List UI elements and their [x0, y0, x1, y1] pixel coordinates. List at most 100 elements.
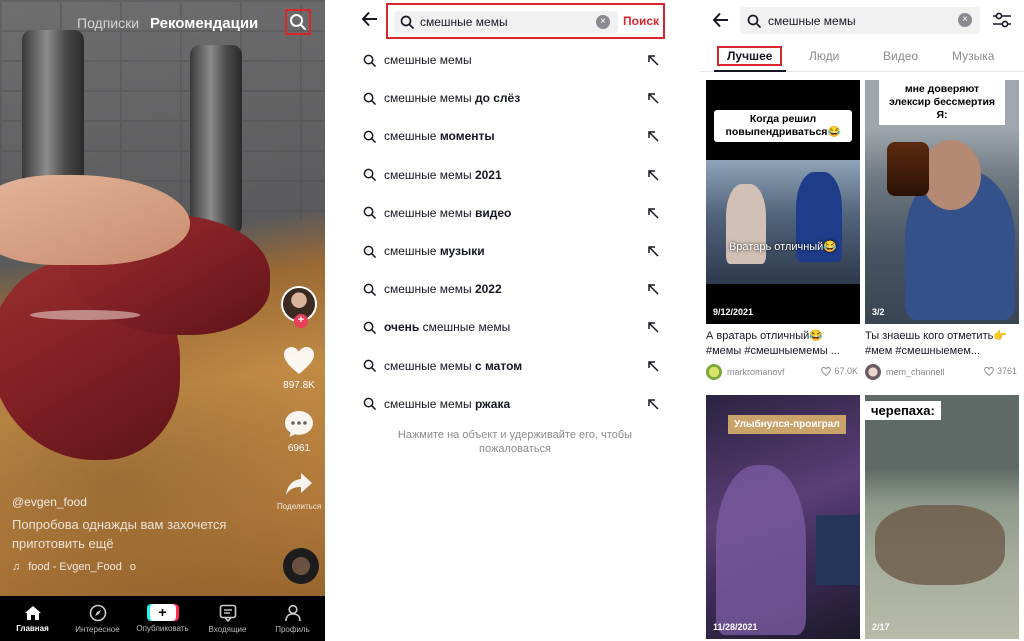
thumbnail-machine — [816, 515, 860, 585]
like-count: 897.8K — [283, 380, 315, 391]
arrow-up-left-icon[interactable] — [647, 360, 659, 372]
comment-icon — [285, 411, 313, 437]
search-field[interactable]: × — [394, 11, 618, 33]
arrow-up-left-icon[interactable] — [647, 92, 659, 104]
result-card[interactable]: Когда решил повыпендриваться😂 Вратарь от… — [706, 80, 860, 381]
arrow-up-left-icon[interactable] — [647, 245, 659, 257]
suggestion-text: смешные моменты — [384, 129, 495, 143]
tab-sounds[interactable]: Музыка — [952, 49, 994, 63]
suggestion-bold: с матом — [474, 358, 523, 373]
search-icon — [363, 245, 376, 258]
filter-button[interactable] — [992, 11, 1012, 34]
video-username[interactable]: @evgen_food — [12, 495, 87, 509]
thumbnail-face — [921, 140, 981, 210]
result-card[interactable]: черепаха: 2/17 — [865, 395, 1019, 639]
suggestion-item[interactable]: смешные мемы — [345, 41, 675, 79]
thumbnail-person — [716, 465, 806, 635]
clear-search-icon[interactable]: × — [958, 13, 972, 27]
nav-home[interactable]: Главная — [0, 596, 65, 641]
comment-button[interactable]: 6961 — [281, 410, 317, 454]
video-thumbnail[interactable]: черепаха: 2/17 — [865, 395, 1019, 639]
video-thumbnail[interactable]: Улыбнулся-проиграл 11/28/2021 — [706, 395, 860, 639]
result-card[interactable]: мне доверяют элексир бессмертия Я: 3/2 Т… — [865, 80, 1019, 381]
clear-search-icon[interactable]: × — [596, 15, 610, 29]
pepper-grinder-right — [190, 45, 242, 235]
suggestion-item[interactable]: смешные мемы ржака — [345, 385, 675, 423]
arrow-up-left-icon[interactable] — [647, 169, 659, 181]
video-thumbnail[interactable]: мне доверяют элексир бессмертия Я: 3/2 — [865, 80, 1019, 324]
search-icon — [400, 15, 414, 29]
arrow-up-left-icon[interactable] — [647, 207, 659, 219]
pepper-grinder-left — [22, 30, 84, 198]
author-name[interactable]: mem_channell — [886, 367, 945, 377]
search-button[interactable] — [285, 9, 311, 35]
back-button[interactable] — [712, 11, 730, 34]
suggestion-item[interactable]: смешные мемы 2021 — [345, 156, 675, 194]
suggestion-text: смешные мемы 2022 — [384, 282, 502, 296]
video-caption: Улыбнулся-проиграл — [728, 415, 846, 434]
like-count-group: 3761 — [984, 366, 1017, 376]
video-meta: markromanovf 67.0K — [706, 363, 860, 381]
search-bar: × Поиск — [386, 3, 665, 39]
suggestion-item[interactable]: смешные мемы с матом — [345, 347, 675, 385]
video-title: Ты знаешь кого отметить👉 #мем #смешныеме… — [865, 330, 1008, 357]
search-field[interactable]: смешные мемы × — [740, 7, 980, 34]
music-title: food - Evgen_Food — [28, 561, 122, 573]
video-caption: мне доверяют элексир бессмертия Я: — [879, 80, 1005, 125]
arrow-up-left-icon[interactable] — [647, 54, 659, 66]
suggestion-item[interactable]: смешные моменты — [345, 117, 675, 155]
arrow-up-left-icon[interactable] — [647, 130, 659, 142]
search-icon — [363, 206, 376, 220]
result-card[interactable]: Улыбнулся-проиграл 11/28/2021 — [706, 395, 860, 639]
arrow-up-left-icon[interactable] — [647, 321, 659, 333]
profile-icon — [284, 604, 301, 621]
suggestion-base: смешные — [384, 129, 440, 144]
avatar[interactable] — [706, 364, 722, 380]
suggestion-item[interactable]: смешные мемы видео — [345, 194, 675, 232]
like-button[interactable]: 897.8K — [281, 347, 317, 391]
search-suggestions-screen: × Поиск смешные мемы смешные мемы до слёз… — [345, 0, 675, 641]
search-icon — [363, 92, 376, 105]
suggestion-item[interactable]: смешные музыки — [345, 232, 675, 270]
compass-icon — [89, 604, 106, 621]
suggestion-bold: 2022 — [474, 282, 502, 297]
tab-following[interactable]: Подписки — [77, 15, 139, 31]
avatar[interactable] — [865, 364, 881, 380]
feed-top-bar: Подписки Рекомендации — [0, 9, 325, 36]
tab-for-you[interactable]: Рекомендации — [150, 15, 258, 32]
arrow-up-left-icon[interactable] — [647, 283, 659, 295]
search-query[interactable]: смешные мемы — [768, 14, 856, 28]
music-disc-icon[interactable] — [283, 548, 319, 584]
avatar: + — [281, 286, 317, 328]
tab-videos[interactable]: Видео — [883, 49, 918, 63]
author-name[interactable]: markromanovf — [727, 367, 785, 377]
suggestion-item[interactable]: очень смешные мемы — [345, 308, 675, 346]
nav-publish[interactable]: + Опубликовать — [130, 596, 195, 641]
arrow-up-left-icon[interactable] — [647, 398, 659, 410]
nav-inbox-label: Входящие — [208, 624, 247, 634]
suggestion-item[interactable]: смешные мемы 2022 — [345, 270, 675, 308]
suggestion-bold: моменты — [439, 129, 495, 144]
tab-users[interactable]: Люди — [809, 49, 839, 63]
nav-profile[interactable]: Профиль — [260, 596, 325, 641]
nav-home-label: Главная — [16, 623, 49, 633]
follow-plus-icon[interactable]: + — [294, 314, 308, 328]
back-button[interactable] — [361, 10, 379, 33]
share-button[interactable]: Поделиться — [277, 472, 321, 512]
search-icon — [363, 359, 376, 372]
search-submit-button[interactable]: Поиск — [623, 14, 659, 28]
suggestion-text: смешные мемы до слёз — [384, 91, 520, 105]
creator-avatar-button[interactable]: + — [281, 286, 317, 328]
filter-sliders-icon — [993, 12, 1011, 28]
video-thumbnail[interactable]: Когда решил повыпендриваться😂 Вратарь от… — [706, 80, 860, 324]
nav-profile-label: Профиль — [275, 624, 310, 634]
nav-discover[interactable]: Интересное — [65, 596, 130, 641]
video-date: 11/28/2021 — [713, 622, 758, 632]
search-input[interactable] — [420, 15, 590, 29]
music-row[interactable]: ♫ food - Evgen_Food o — [12, 561, 136, 573]
tab-top[interactable]: Лучшее — [717, 46, 783, 66]
suggestion-item[interactable]: смешные мемы до слёз — [345, 79, 675, 117]
nav-inbox[interactable]: Входящие — [195, 596, 260, 641]
search-icon — [363, 130, 376, 143]
video-inner-caption: Вратарь отличный😂 — [728, 241, 838, 253]
